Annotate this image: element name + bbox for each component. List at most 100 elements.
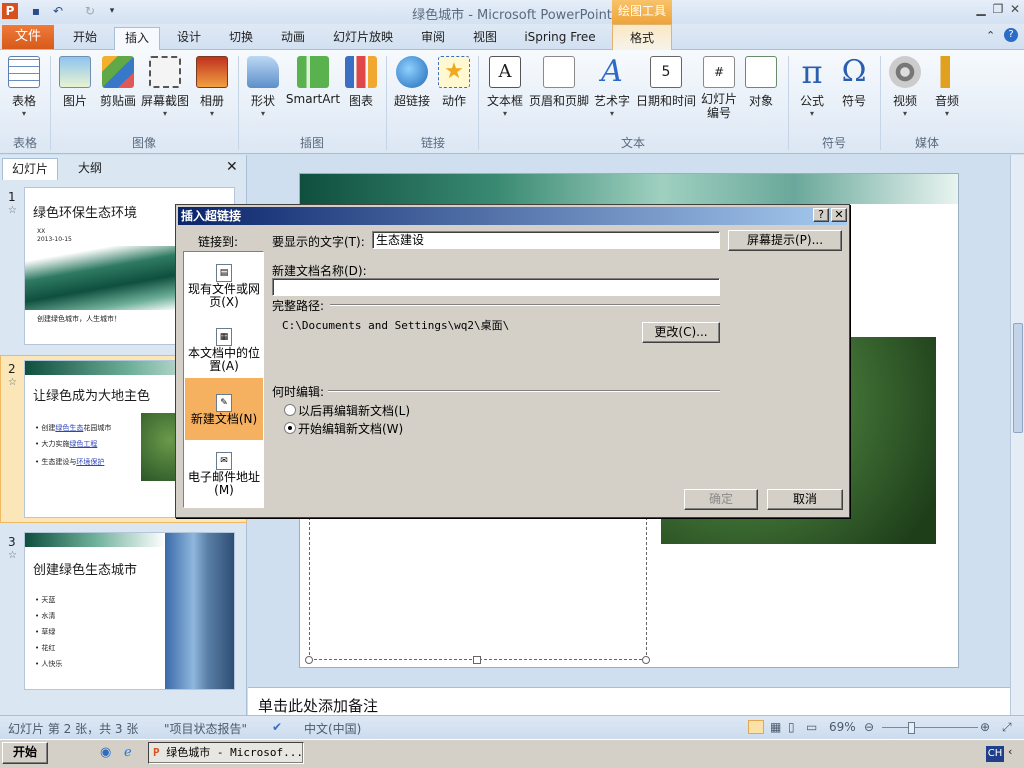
display-text-input[interactable]: 生态建设 — [372, 231, 720, 249]
reading-view-icon[interactable]: ▯ — [788, 720, 795, 734]
date-time-button[interactable]: 5 日期和时间 — [634, 54, 698, 136]
slide-number-button[interactable]: # 幻灯片 编号 — [700, 54, 738, 136]
new-document-name-input[interactable] — [272, 278, 720, 296]
globe-icon — [396, 56, 428, 88]
smartart-button[interactable]: SmartArt — [284, 54, 342, 136]
zoom-slider[interactable] — [882, 727, 978, 728]
smartart-icon — [297, 56, 329, 88]
clipart-button[interactable]: 剪贴画 — [96, 54, 140, 136]
picture-button[interactable]: 图片 — [56, 54, 94, 136]
tab-transitions[interactable]: 切换 — [218, 27, 264, 50]
internet-explorer-icon[interactable]: ℯ — [124, 745, 132, 760]
resize-handle[interactable] — [473, 656, 481, 664]
slide-title: 创建绿色生态城市 — [33, 563, 138, 578]
tab-slides[interactable]: 幻灯片 — [2, 158, 58, 180]
zoom-slider-thumb[interactable] — [908, 722, 915, 734]
video-button[interactable]: 视频 ▾ — [886, 54, 924, 136]
divider — [330, 304, 720, 306]
tab-file[interactable]: 文件 — [2, 25, 54, 49]
slide-header-band — [300, 174, 958, 204]
ime-indicator[interactable]: CH — [986, 746, 1004, 762]
wordart-button[interactable]: A 艺术字 ▾ — [592, 54, 632, 136]
restore-icon[interactable]: ❐ — [989, 2, 1007, 16]
zoom-level[interactable]: 69% — [829, 720, 856, 734]
notes-pane[interactable]: 单击此处添加备注 — [248, 687, 1010, 715]
slide-sorter-icon[interactable]: ▦ — [770, 720, 781, 734]
picture-icon — [59, 56, 91, 88]
link-option-email[interactable]: ✉ 电子邮件地址(M) — [185, 452, 263, 497]
group-label-images: 图像 — [131, 136, 156, 150]
link-option-new-document[interactable]: ✎ 新建文档(N) — [185, 394, 263, 426]
collapse-ribbon-icon[interactable]: ⌃ — [986, 29, 995, 42]
radio-edit-now[interactable] — [284, 422, 296, 434]
tab-insert[interactable]: 插入 — [114, 27, 160, 50]
tab-animations[interactable]: 动画 — [270, 27, 316, 50]
minimize-icon[interactable]: ▁ — [972, 2, 990, 16]
header-footer-button[interactable]: 页眉和页脚 — [528, 54, 590, 136]
help-icon[interactable]: ? — [813, 208, 829, 222]
fit-to-window-icon[interactable]: ⤢ — [1002, 720, 1012, 735]
tab-slideshow[interactable]: 幻灯片放映 — [326, 27, 400, 50]
document-place-icon: ▦ — [216, 328, 232, 346]
group-label-links: 链接 — [420, 136, 445, 150]
full-path-value: C:\Documents and Settings\wq2\桌面\ — [282, 319, 510, 332]
language[interactable]: 中文(中国) — [304, 720, 361, 737]
slide-bullet: • 人快乐 — [35, 660, 63, 668]
resize-handle[interactable] — [305, 656, 313, 664]
vertical-scrollbar[interactable] — [1010, 155, 1024, 715]
tab-design[interactable]: 设计 — [166, 27, 212, 50]
screenshot-button[interactable]: 屏幕截图 ▾ — [140, 54, 190, 136]
photo-album-button[interactable]: 相册 ▾ — [194, 54, 230, 136]
tab-review[interactable]: 审阅 — [410, 27, 456, 50]
omega-icon: Ω — [841, 54, 867, 89]
tab-view[interactable]: 视图 — [462, 27, 508, 50]
symbol-button[interactable]: Ω 符号 — [836, 54, 872, 136]
tab-format[interactable]: 格式 — [612, 24, 672, 50]
action-button[interactable]: ★ 动作 — [436, 54, 472, 136]
tray-expand-icon[interactable]: ‹ — [1008, 745, 1012, 758]
slide-title: 让绿色成为大地主色 — [33, 389, 151, 404]
calendar-icon: 5 — [650, 56, 682, 88]
ok-button[interactable]: 确定 — [684, 489, 758, 510]
close-icon[interactable]: ✕ — [1006, 2, 1024, 16]
shapes-button[interactable]: 形状 ▾ — [244, 54, 282, 136]
table-button[interactable]: 表格 ▾ — [4, 54, 44, 136]
cancel-button[interactable]: 取消 — [767, 489, 843, 510]
quicklaunch-icon[interactable]: ◉ — [100, 745, 111, 760]
close-icon[interactable]: ✕ — [831, 208, 847, 222]
textbox-button[interactable]: A 文本框 ▾ — [484, 54, 526, 136]
ribbon: 表格 ▾ 图片 剪贴画 屏幕截图 ▾ 相册 ▾ 形状 ▾ SmartArt 图表 超链接… — [0, 50, 1024, 154]
resize-handle[interactable] — [642, 656, 650, 664]
tab-ispring[interactable]: iSpring Free — [518, 27, 602, 50]
spell-check-icon[interactable]: ✔ — [272, 720, 282, 734]
tab-outline[interactable]: 大纲 — [62, 158, 118, 180]
change-button[interactable]: 更改(C)... — [642, 322, 720, 343]
zoom-in-icon[interactable]: ⊕ — [980, 720, 990, 734]
new-document-icon: ✎ — [216, 394, 232, 412]
equation-button[interactable]: π 公式 ▾ — [794, 54, 830, 136]
radio-edit-later[interactable] — [284, 404, 296, 416]
normal-view-icon[interactable] — [748, 720, 764, 734]
radio-edit-now-label[interactable]: 开始编辑新文档(W) — [298, 420, 403, 437]
start-button[interactable]: 开始 — [2, 742, 48, 764]
link-option-existing-file[interactable]: ▤ 现有文件或网页(X) — [185, 264, 263, 309]
zoom-out-icon[interactable]: ⊖ — [864, 720, 874, 734]
close-panel-icon[interactable]: ✕ — [226, 159, 238, 175]
object-button[interactable]: 对象 — [742, 54, 780, 136]
slideshow-icon[interactable]: ▭ — [806, 720, 817, 734]
shapes-icon — [247, 56, 279, 88]
tab-home[interactable]: 开始 — [62, 27, 108, 50]
help-icon[interactable]: ? — [1004, 28, 1018, 42]
screentip-button[interactable]: 屏幕提示(P)... — [728, 230, 842, 251]
chart-button[interactable]: 图表 — [344, 54, 378, 136]
hyperlink-button[interactable]: 超链接 — [392, 54, 432, 136]
group-label-symbols: 符号 — [821, 136, 846, 150]
radio-edit-later-label[interactable]: 以后再编辑新文档(L) — [298, 402, 410, 419]
audio-button[interactable]: 音频 ▾ — [928, 54, 966, 136]
taskbar-powerpoint-button[interactable]: P 绿色城市 - Microsof... — [148, 742, 304, 764]
scrollbar-thumb[interactable] — [1013, 323, 1023, 433]
slide-thumbnail-3[interactable]: 创建绿色生态城市 • 天蓝 • 水清 • 草绿 • 花红 • 人快乐 — [24, 532, 235, 690]
clipart-icon — [102, 56, 134, 88]
slide-number: 1 — [8, 190, 16, 204]
link-option-this-document[interactable]: ▦ 本文档中的位置(A) — [185, 328, 263, 373]
